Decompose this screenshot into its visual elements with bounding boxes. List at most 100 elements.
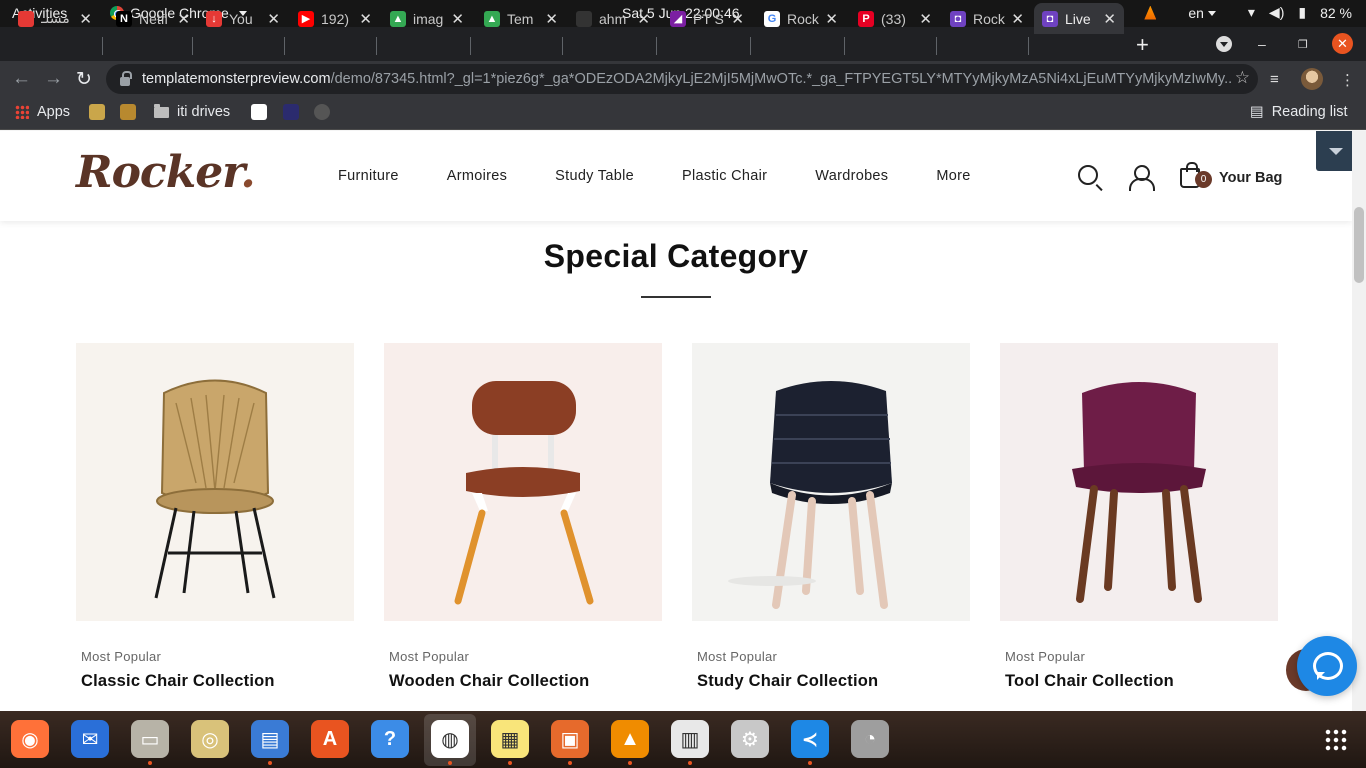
firefox-icon[interactable]: ◉ (11, 720, 49, 758)
product-name[interactable]: Tool Chair Collection (1005, 672, 1278, 691)
product-image-tool-chair[interactable] (1000, 343, 1278, 621)
tab-close-icon[interactable]: ✕ (359, 10, 372, 28)
nav-wardrobes[interactable]: Wardrobes (815, 168, 888, 184)
browser-tab[interactable]: ◘ Live ✕ (1034, 3, 1124, 34)
vlc-tray-icon[interactable] (1144, 5, 1157, 20)
browser-tab[interactable]: مسلـ ✕ (10, 3, 100, 34)
vlc-icon[interactable]: ▲ (611, 720, 649, 758)
product-card[interactable]: Most Popular Tool Chair Collection (1000, 343, 1278, 691)
minimize-button[interactable]: – (1258, 36, 1266, 52)
product-image-rattan-chair[interactable] (76, 343, 354, 621)
nav-armoires[interactable]: Armoires (447, 168, 507, 184)
close-window-button[interactable]: ✕ (1332, 33, 1353, 54)
battery-icon: ▮ (1298, 4, 1307, 20)
browser-tab[interactable]: ◘ Rock ✕ (942, 3, 1032, 34)
bookmark-codepen-icon[interactable] (251, 104, 267, 120)
tab-favicon-icon: ◢ (670, 10, 686, 27)
your-bag-link[interactable]: Your Bag (1219, 170, 1282, 186)
notes-icon[interactable]: ▦ (491, 720, 529, 758)
tab-close-icon[interactable]: ✕ (545, 10, 558, 28)
chat-widget-button[interactable] (1297, 636, 1357, 696)
product-image-wooden-chair[interactable] (384, 343, 662, 621)
bookmark-angular-icon[interactable] (283, 104, 299, 120)
tab-close-icon[interactable]: ✕ (451, 10, 464, 28)
bookmark-pencil-icon[interactable] (120, 104, 136, 120)
browser-tab[interactable]: ↓ You ✕ (198, 3, 288, 34)
product-name[interactable]: Wooden Chair Collection (389, 672, 662, 691)
nav-study-table[interactable]: Study Table (555, 168, 634, 184)
rhythmbox-icon[interactable]: ◎ (191, 720, 229, 758)
thunderbird-icon[interactable]: ✉ (71, 720, 109, 758)
tab-close-icon[interactable]: ✕ (79, 10, 92, 28)
reload-button[interactable]: ↻ (76, 68, 92, 91)
show-applications-icon[interactable] (1324, 728, 1348, 752)
vscode-icon[interactable]: ≺ (791, 720, 829, 758)
impress-icon[interactable]: ▣ (551, 720, 589, 758)
tab-close-icon[interactable]: ✕ (731, 10, 744, 28)
browser-tab[interactable]: ▲ Tem ✕ (476, 3, 566, 34)
back-button[interactable]: ← (12, 68, 31, 90)
media-control-icon[interactable]: ≡ (1270, 71, 1279, 88)
settings-icon[interactable]: ⚙ (731, 720, 769, 758)
tab-close-icon[interactable]: ✕ (1103, 10, 1116, 28)
browser-tab[interactable]: P (33) ✕ (850, 3, 940, 34)
tab-search-button[interactable] (1216, 36, 1232, 52)
disk-icon[interactable]: ◔ (851, 720, 889, 758)
product-name[interactable]: Study Chair Collection (697, 672, 970, 691)
product-card[interactable]: Most Popular Wooden Chair Collection (384, 343, 662, 691)
browser-tab[interactable]: ◢ PT S ✕ (662, 3, 752, 34)
bookmark-apps-label: Apps (37, 104, 71, 120)
menu-kebab-icon[interactable]: ⋮ (1340, 71, 1355, 89)
tab-favicon-icon: ▶ (298, 10, 314, 27)
bookmark-folder-iti-drives[interactable]: iti drives (154, 103, 230, 120)
product-name[interactable]: Classic Chair Collection (81, 672, 354, 691)
browser-tab[interactable]: ▲ imag ✕ (382, 3, 472, 34)
tab-favicon-icon: N (116, 10, 132, 27)
files-icon[interactable]: ▭ (131, 720, 169, 758)
nav-plastic-chair[interactable]: Plastic Chair (682, 168, 767, 184)
bookmark-github-icon[interactable] (314, 104, 330, 120)
browser-tab[interactable]: N Netfl ✕ (108, 3, 198, 34)
software-icon[interactable]: A (311, 720, 349, 758)
address-bar[interactable]: templatemonsterpreview.com/demo/87345.ht… (106, 64, 1258, 94)
chrome-icon[interactable]: ◍ (431, 720, 469, 758)
product-card[interactable]: Most Popular Classic Chair Collection (76, 343, 354, 691)
tab-title: Live (1065, 10, 1091, 27)
lock-icon[interactable] (120, 70, 132, 86)
bookmark-owl-icon[interactable] (89, 104, 105, 120)
tab-close-icon[interactable]: ✕ (1011, 10, 1024, 28)
tab-close-icon[interactable]: ✕ (177, 10, 190, 28)
product-card[interactable]: Most Popular Study Chair Collection (692, 343, 970, 691)
search-icon[interactable] (1078, 165, 1098, 185)
language-indicator[interactable]: en (1188, 5, 1216, 21)
running-indicator (148, 761, 152, 765)
browser-tab[interactable]: ahm ✕ (568, 3, 658, 34)
tab-close-icon[interactable]: ✕ (919, 10, 932, 28)
tab-close-icon[interactable]: ✕ (825, 10, 838, 28)
profile-avatar[interactable] (1301, 68, 1323, 90)
system-tray[interactable]: en ▾ ◀) ▮ 82 % (1144, 4, 1352, 21)
help-icon[interactable]: ? (371, 720, 409, 758)
writer-icon[interactable]: ▤ (251, 720, 289, 758)
new-tab-button[interactable]: + (1136, 32, 1149, 58)
scrollbar-thumb[interactable] (1354, 207, 1364, 283)
bookmark-star-icon[interactable]: ☆ (1235, 68, 1250, 88)
tab-close-icon[interactable]: ✕ (637, 10, 650, 28)
nav-more[interactable]: More (936, 168, 970, 184)
maximize-button[interactable]: ❐ (1298, 38, 1308, 51)
site-logo[interactable]: Rocker. (76, 147, 256, 198)
demo-dropdown-toggle[interactable] (1316, 131, 1356, 171)
document-viewer-icon[interactable]: ▥ (671, 720, 709, 758)
browser-tab[interactable]: ▶ 192) ✕ (290, 3, 380, 34)
reading-list-button[interactable]: ▤ Reading list (1250, 104, 1347, 120)
product-category: Most Popular (389, 649, 470, 664)
url-path: /demo/87345.html?_gl=1*piez6g*_ga*ODEzOD… (330, 71, 1231, 87)
browser-tab[interactable]: G Rock ✕ (756, 3, 846, 34)
product-image-study-chair[interactable] (692, 343, 970, 621)
nav-furniture[interactable]: Furniture (338, 168, 399, 184)
forward-button[interactable]: → (44, 68, 63, 90)
tab-close-icon[interactable]: ✕ (267, 10, 280, 28)
bookmark-apps[interactable]: Apps (15, 104, 70, 120)
user-account-icon[interactable] (1129, 165, 1155, 191)
running-indicator (568, 761, 572, 765)
